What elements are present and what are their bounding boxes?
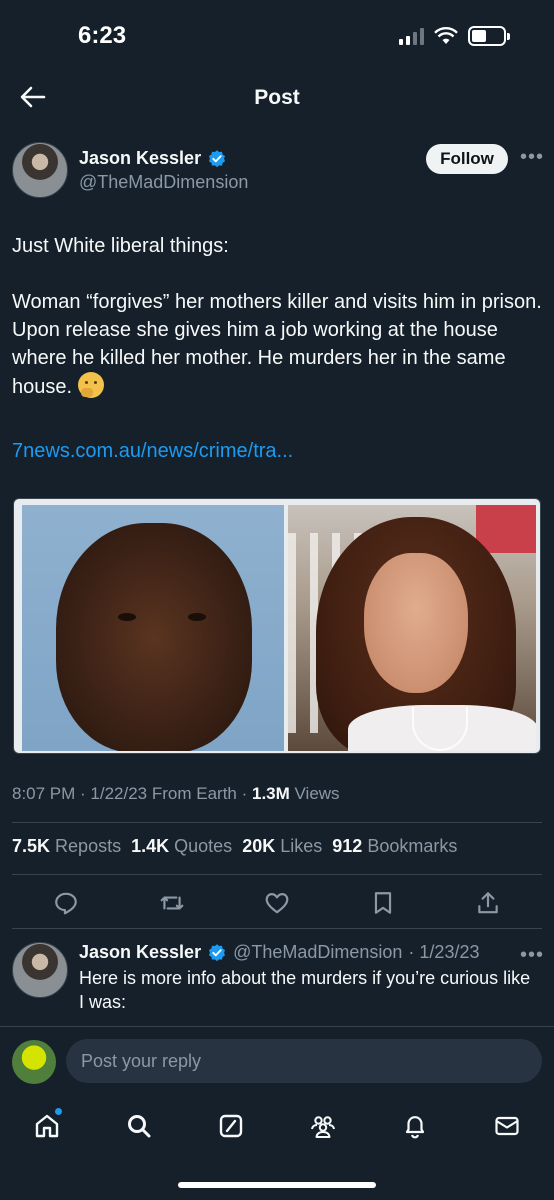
- media-photo-woman[interactable]: [288, 505, 536, 751]
- post-text: Just White liberal things: Woman “forgiv…: [12, 232, 542, 401]
- messages-icon: [495, 1116, 519, 1136]
- nav-home[interactable]: [20, 1106, 74, 1146]
- reply-input[interactable]: [66, 1039, 542, 1083]
- composer-avatar: [12, 1040, 56, 1084]
- signal-icon: [399, 27, 424, 45]
- share-button[interactable]: [458, 886, 518, 920]
- post-stats: 7.5K Reposts 1.4K Quotes 20K Likes 912 B…: [12, 836, 457, 857]
- home-icon: [35, 1114, 59, 1138]
- post-timestamp-row: 8:07 PM · 1/22/23 From Earth · 1.3M View…: [12, 784, 340, 804]
- post-media[interactable]: [13, 498, 541, 754]
- reply-author-avatar[interactable]: [12, 942, 68, 998]
- repost-button[interactable]: [142, 886, 202, 920]
- reply-button[interactable]: [36, 886, 96, 920]
- author-handle[interactable]: @TheMadDimension: [79, 172, 248, 193]
- battery-icon: [468, 26, 510, 46]
- reply-author-handle: @TheMadDimension: [233, 942, 403, 962]
- divider: [12, 928, 542, 929]
- views-count[interactable]: 1.3M: [252, 784, 290, 803]
- stat-reposts[interactable]: 7.5K Reposts: [12, 836, 121, 857]
- share-icon: [478, 892, 498, 914]
- post-timestamp: 8:07 PM · 1/22/23 From Earth ·: [12, 784, 252, 803]
- nav-notifications[interactable]: [388, 1106, 442, 1146]
- wifi-icon: [434, 27, 458, 44]
- facepalm-emoji-icon: [77, 372, 104, 398]
- repost-icon: [160, 896, 183, 910]
- bookmark-button[interactable]: [353, 886, 413, 920]
- stat-likes[interactable]: 20K Likes: [242, 836, 322, 857]
- views-label: Views: [289, 784, 340, 803]
- follow-button[interactable]: Follow: [426, 144, 508, 174]
- status-time: 6:23: [78, 22, 127, 49]
- post-actions: [36, 886, 518, 920]
- status-icons: [399, 26, 510, 46]
- bookmark-icon: [374, 892, 391, 914]
- post-text-line: Just White liberal things:: [12, 235, 229, 257]
- notifications-icon: [405, 1116, 425, 1139]
- author-name: Jason Kessler: [79, 148, 202, 168]
- media-photo-man[interactable]: [22, 505, 284, 751]
- grok-icon: [219, 1114, 243, 1138]
- search-icon: [128, 1115, 151, 1138]
- reply-text[interactable]: Here is more info about the murders if y…: [79, 966, 539, 1014]
- stat-quotes[interactable]: 1.4K Quotes: [131, 836, 232, 857]
- author-avatar[interactable]: [12, 142, 68, 198]
- like-icon: [265, 893, 289, 914]
- home-notification-dot: [55, 1108, 62, 1115]
- verified-badge-icon: [209, 943, 226, 961]
- verified-badge-icon: [209, 149, 226, 167]
- nav-messages[interactable]: [480, 1106, 534, 1146]
- nav-search[interactable]: [112, 1106, 166, 1146]
- more-options-icon[interactable]: •••: [520, 146, 544, 169]
- reply-date: · 1/23/23: [408, 942, 480, 962]
- like-button[interactable]: [247, 886, 307, 920]
- communities-icon: [311, 1116, 335, 1138]
- article-link[interactable]: 7news.com.au/news/crime/tra...: [12, 440, 293, 463]
- divider: [12, 822, 542, 823]
- reply-header[interactable]: Jason Kessler @TheMadDimension · 1/23/23: [79, 942, 479, 963]
- reply-author-name: Jason Kessler: [79, 942, 202, 962]
- page-title: Post: [254, 86, 300, 109]
- author-name-row[interactable]: Jason Kessler: [79, 148, 227, 169]
- reply-more-options-icon[interactable]: •••: [520, 944, 544, 967]
- stat-bookmarks[interactable]: 912 Bookmarks: [332, 836, 457, 857]
- nav-grok[interactable]: [204, 1106, 258, 1146]
- bottom-nav: [20, 1106, 534, 1146]
- home-indicator[interactable]: [178, 1182, 376, 1188]
- nav-communities[interactable]: [296, 1106, 350, 1146]
- post-text-body: Woman “forgives” her mothers killer and …: [12, 288, 542, 401]
- reply-icon: [55, 892, 77, 915]
- divider: [12, 874, 542, 875]
